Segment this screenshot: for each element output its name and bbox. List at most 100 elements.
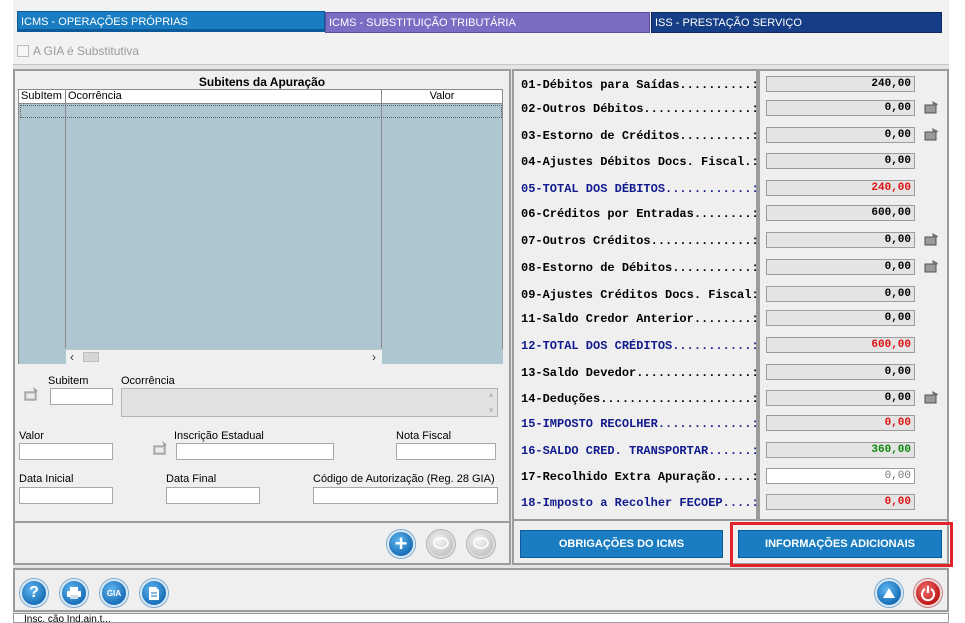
document-button[interactable]	[140, 579, 168, 607]
column-header-ocorrencia[interactable]: Ocorrência	[66, 90, 382, 104]
data-inicial-label: Data Inicial	[19, 473, 74, 485]
detail-hand-icon[interactable]	[924, 100, 940, 114]
obrigacoes-icms-button[interactable]: OBRIGAÇÕES DO ICMS	[520, 530, 723, 558]
inscricao-estadual-input[interactable]	[176, 443, 334, 460]
power-icon	[921, 586, 935, 601]
highlight-frame	[730, 522, 953, 567]
apuracao-row-label: 09-Ajustes Créditos Docs. Fiscal:	[521, 288, 759, 302]
apuracao-row-label: 05-TOTAL DOS DÉBITOS............:	[521, 182, 759, 196]
codigo-autorizacao-label: Código de Autorização (Reg. 28 GIA)	[313, 473, 495, 485]
subitem-input[interactable]	[50, 388, 113, 405]
grid-footer-spacer	[382, 349, 503, 364]
gia-button-label: GIA	[106, 588, 122, 598]
apuracao-row-label: 06-Créditos por Entradas........:	[521, 207, 759, 221]
gia-window: ICMS - OPERAÇÕES PRÓPRIAS ICMS - SUBSTIT…	[0, 0, 965, 623]
print-button[interactable]	[60, 579, 88, 607]
apuracao-row-value: 0,00	[766, 286, 915, 302]
grid-footer-spacer	[19, 349, 66, 364]
grid-horizontal-scrollbar[interactable]: ‹ ›	[66, 349, 382, 364]
data-final-label: Data Final	[166, 473, 217, 485]
apuracao-row-label: 17-Recolhido Extra Apuração.....:	[521, 470, 759, 484]
status-bar: Insc. ção Ind.ain.t...	[13, 613, 949, 623]
triangle-up-icon	[883, 588, 895, 598]
document-icon	[149, 586, 159, 600]
plus-icon: +	[394, 531, 408, 556]
scroll-right-icon[interactable]: ›	[372, 350, 376, 364]
apuracao-row-label: 01-Débitos para Saídas..........:	[521, 78, 759, 92]
apuracao-row-label: 08-Estorno de Débitos...........:	[521, 261, 759, 275]
apuracao-row-label: 18-Imposto a Recolher FECOEP....:	[521, 496, 759, 510]
scroll-left-icon[interactable]: ‹	[70, 350, 74, 364]
apuracao-row-value: 600,00	[766, 205, 915, 221]
apuracao-row-label: 02-Outros Débitos...............:	[521, 102, 759, 116]
scroll-down-icon[interactable]: ▼	[487, 406, 495, 415]
apuracao-row-label: 03-Estorno de Créditos..........:	[521, 129, 759, 143]
column-header-valor[interactable]: Valor	[382, 90, 503, 104]
table-row[interactable]	[20, 105, 502, 118]
column-header-subitem[interactable]: SubItem	[19, 90, 66, 104]
edit-subitem-button[interactable]	[427, 530, 455, 558]
valor-input[interactable]	[19, 443, 113, 460]
apuracao-row-label: 11-Saldo Credor Anterior........:	[521, 312, 759, 326]
apuracao-row-value: 0,00	[766, 390, 915, 406]
apuracao-row-label: 16-SALDO CRED. TRANSPORTAR......:	[521, 444, 759, 458]
lookup-subitem-icon[interactable]	[23, 386, 41, 402]
inscricao-estadual-label: Inscrição Estadual	[174, 430, 264, 442]
detail-hand-icon[interactable]	[924, 232, 940, 246]
question-icon: ?	[29, 584, 39, 601]
status-text: Insc. ção Ind.ain.t...	[24, 614, 111, 623]
speech-bubble-icon	[433, 537, 449, 549]
apuracao-row-value: 240,00	[766, 180, 915, 196]
apuracao-row-value: 600,00	[766, 337, 915, 353]
add-subitem-button[interactable]: +	[387, 530, 415, 558]
apuracao-row-label: 13-Saldo Devedor................:	[521, 366, 759, 380]
speech-bubble-icon	[473, 537, 489, 549]
tab-icms-substituicao-tributaria[interactable]: ICMS - SUBSTITUIÇÃO TRIBUTÁRIA	[325, 12, 650, 33]
grid-column-divider	[381, 104, 382, 348]
scroll-up-icon[interactable]: ▲	[487, 390, 495, 399]
ocorrencia-label: Ocorrência	[121, 375, 175, 387]
lookup-inscricao-icon[interactable]	[152, 440, 170, 456]
apuracao-row-label: 07-Outros Créditos..............:	[521, 234, 759, 248]
scrollbar-thumb[interactable]	[83, 352, 99, 362]
gia-substitutiva-label: A GIA é Substitutiva	[33, 44, 140, 58]
gia-button[interactable]: GIA	[100, 579, 128, 607]
apuracao-row-value: 0,00	[766, 100, 915, 116]
apuracao-row-value: 240,00	[766, 76, 915, 92]
data-inicial-input[interactable]	[19, 487, 113, 504]
tab-icms-operacoes-proprias[interactable]: ICMS - OPERAÇÕES PRÓPRIAS	[17, 11, 325, 32]
apuracao-row-value: 0,00	[766, 494, 915, 510]
gia-substitutiva-checkbox[interactable]	[17, 45, 29, 57]
gia-substitutiva-option[interactable]: A GIA é Substitutiva	[17, 43, 139, 59]
tab-iss-prestacao-servico[interactable]: ISS - PRESTAÇÃO SERVIÇO	[651, 12, 942, 33]
power-button[interactable]	[914, 579, 942, 607]
nota-fiscal-input[interactable]	[396, 443, 496, 460]
apuracao-row-value: 0,00	[766, 127, 915, 143]
nota-fiscal-label: Nota Fiscal	[396, 430, 452, 442]
remove-subitem-button[interactable]	[467, 530, 495, 558]
help-button[interactable]: ?	[20, 579, 48, 607]
apuracao-row-label: 04-Ajustes Débitos Docs. Fiscal.:	[521, 155, 759, 169]
data-final-input[interactable]	[166, 487, 260, 504]
subitens-grid[interactable]: SubItem Ocorrência Valor ‹ ›	[18, 89, 503, 364]
apuracao-row-value: 0,00	[766, 364, 915, 380]
subitem-label: Subitem	[48, 375, 89, 387]
apuracao-row-value: 0,00	[766, 153, 915, 169]
apuracao-row-label: 14-Deduções.....................:	[521, 392, 759, 406]
codigo-autorizacao-input[interactable]	[313, 487, 498, 504]
apuracao-row-value: 0,00	[766, 310, 915, 326]
subitens-title: Subitens da Apuração	[198, 75, 326, 89]
ocorrencia-textarea[interactable]: ▲ ▼	[121, 388, 498, 417]
grid-column-divider	[65, 104, 66, 348]
apuracao-row-value: 0,00	[766, 415, 915, 431]
apuracao-row-value: 360,00	[766, 442, 915, 458]
detail-hand-icon[interactable]	[924, 259, 940, 273]
apuracao-row-value: 0,00	[766, 232, 915, 248]
apuracao-row-value[interactable]: 0,00	[766, 468, 915, 484]
apuracao-row-label: 15-IMPOSTO RECOLHER.............:	[521, 417, 759, 431]
detail-hand-icon[interactable]	[924, 390, 940, 404]
scroll-up-button[interactable]	[875, 579, 903, 607]
detail-hand-icon[interactable]	[924, 127, 940, 141]
printer-icon	[67, 587, 81, 599]
window-left-edge	[0, 0, 13, 623]
